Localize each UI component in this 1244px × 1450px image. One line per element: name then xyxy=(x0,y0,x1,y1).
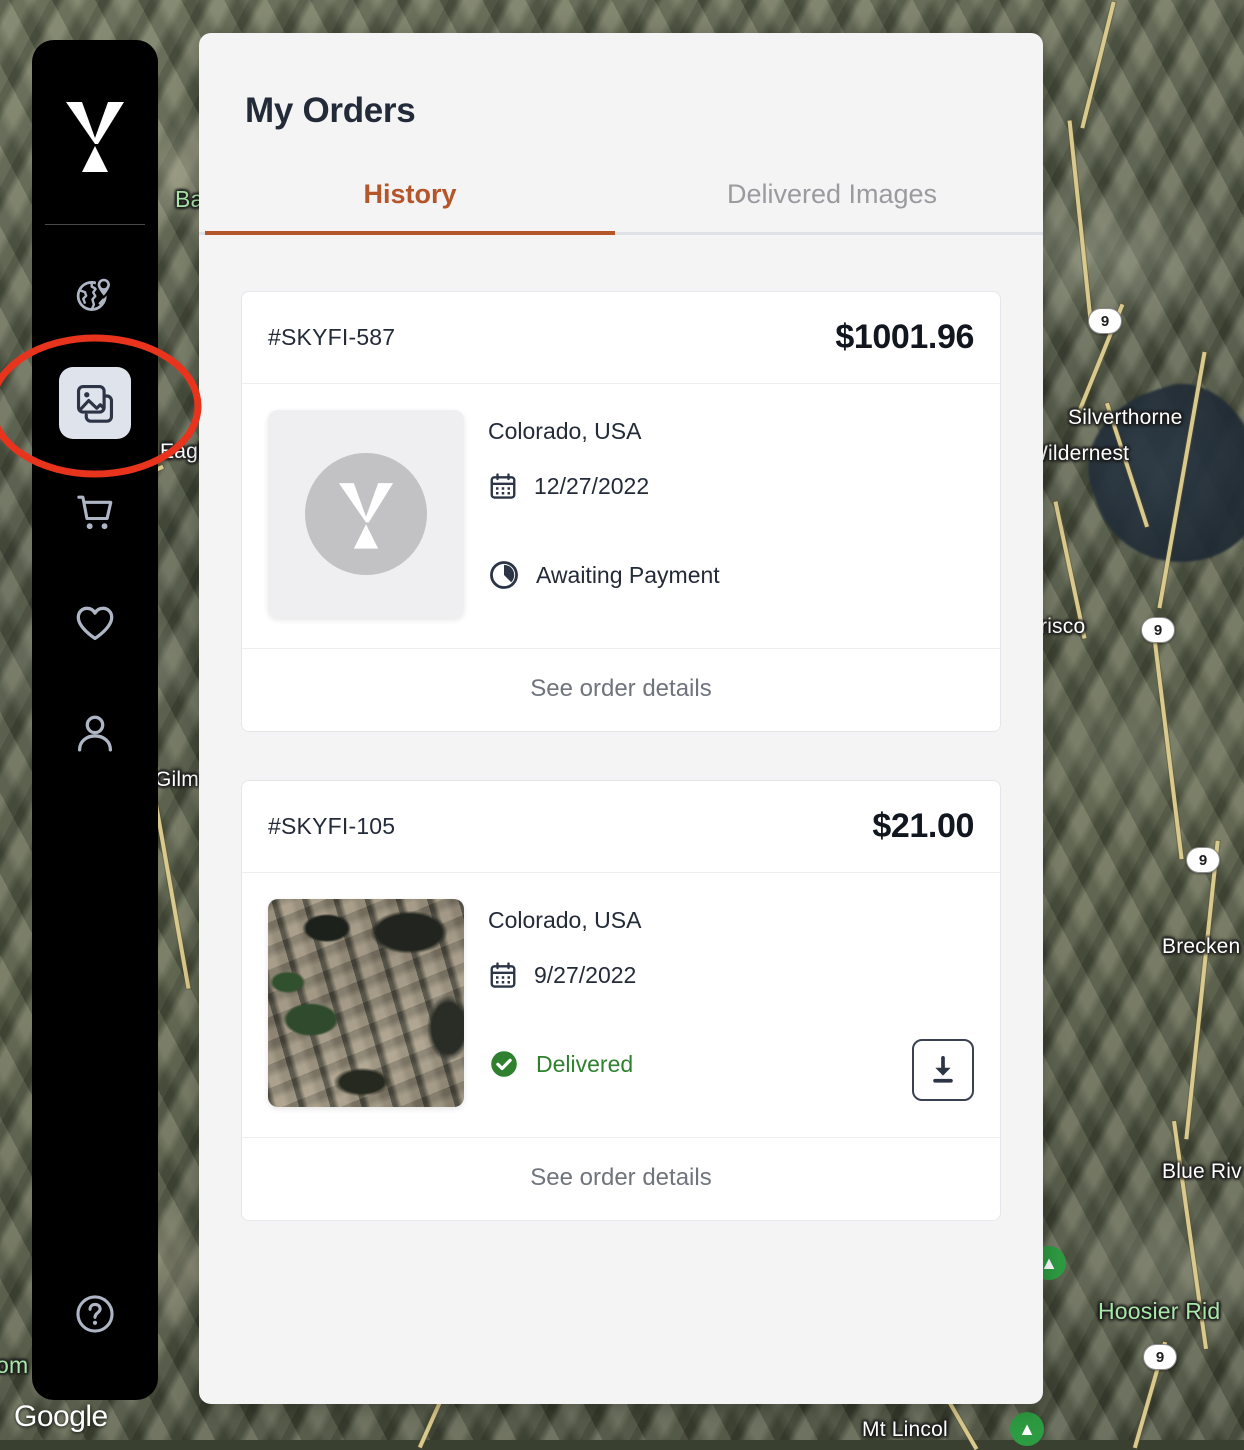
see-order-details-link[interactable]: See order details xyxy=(242,649,1000,731)
left-navigation-sidebar xyxy=(32,40,158,1400)
images-icon xyxy=(74,382,116,424)
question-circle-icon xyxy=(73,1292,117,1336)
sidebar-item-my-orders[interactable] xyxy=(59,367,131,439)
google-attribution: Google xyxy=(14,1400,108,1434)
orders-list: #SKYFI-587 $1001.96 Colorado, USA xyxy=(199,235,1043,1221)
order-status-row: Awaiting Payment xyxy=(488,559,974,591)
placeholder-circle xyxy=(305,453,427,575)
skyfi-logo-icon xyxy=(64,98,126,172)
order-price: $1001.96 xyxy=(835,318,974,357)
highway-shield: 9 xyxy=(1143,1344,1177,1370)
globe-pin-icon xyxy=(73,273,117,317)
order-location: Colorado, USA xyxy=(488,418,974,445)
orders-tabs: History Delivered Images xyxy=(199,173,1043,235)
status-badge: Awaiting Payment xyxy=(536,562,720,589)
sidebar-divider xyxy=(45,224,145,225)
download-icon xyxy=(926,1053,960,1087)
shopping-cart-icon xyxy=(73,491,117,535)
sidebar-item-help[interactable] xyxy=(59,1278,131,1350)
order-info: Colorado, USA 12/27/2022 xyxy=(488,410,974,618)
order-body: Colorado, USA 9/27/2022 xyxy=(242,873,1000,1138)
order-id: #SKYFI-105 xyxy=(268,813,395,840)
sidebar-item-account[interactable] xyxy=(59,697,131,769)
download-button[interactable] xyxy=(912,1039,974,1101)
user-icon xyxy=(73,711,117,755)
order-id: #SKYFI-587 xyxy=(268,324,395,351)
order-card[interactable]: #SKYFI-587 $1001.96 Colorado, USA xyxy=(241,291,1001,732)
page-title: My Orders xyxy=(245,91,1043,131)
tab-history[interactable]: History xyxy=(199,173,621,232)
order-location: Colorado, USA xyxy=(488,907,974,934)
tab-delivered-images[interactable]: Delivered Images xyxy=(621,173,1043,232)
order-thumbnail-image[interactable] xyxy=(268,899,464,1107)
check-circle-icon xyxy=(488,1048,520,1080)
see-order-details-link[interactable]: See order details xyxy=(242,1138,1000,1220)
heart-icon xyxy=(73,601,117,645)
order-status-row: Delivered xyxy=(488,1048,974,1080)
order-date: 9/27/2022 xyxy=(534,962,636,989)
order-header: #SKYFI-105 $21.00 xyxy=(242,781,1000,873)
order-header: #SKYFI-587 $1001.96 xyxy=(242,292,1000,384)
order-date-row: 9/27/2022 xyxy=(488,960,974,990)
order-info: Colorado, USA 9/27/2022 xyxy=(488,899,974,1107)
order-card[interactable]: #SKYFI-105 $21.00 Colorado, USA xyxy=(241,780,1001,1221)
calendar-icon xyxy=(488,471,518,501)
pending-clock-icon xyxy=(488,559,520,591)
order-price: $21.00 xyxy=(872,807,974,846)
order-date-row: 12/27/2022 xyxy=(488,471,974,501)
park-marker-icon[interactable]: ▲ xyxy=(1010,1412,1044,1446)
sidebar-item-explore[interactable] xyxy=(59,259,131,331)
sidebar-item-cart[interactable] xyxy=(59,477,131,549)
my-orders-panel: My Orders History Delivered Images #SKYF… xyxy=(199,33,1043,1404)
highway-shield: 9 xyxy=(1186,847,1220,873)
calendar-icon xyxy=(488,960,518,990)
highway-shield: 9 xyxy=(1088,308,1122,334)
highway-shield: 9 xyxy=(1141,617,1175,643)
order-thumbnail-placeholder[interactable] xyxy=(268,410,464,618)
order-body: Colorado, USA 12/27/2022 xyxy=(242,384,1000,649)
status-badge: Delivered xyxy=(536,1051,633,1078)
order-date: 12/27/2022 xyxy=(534,473,649,500)
skyfi-logo-icon xyxy=(337,479,395,549)
sidebar-item-favorites[interactable] xyxy=(59,587,131,659)
